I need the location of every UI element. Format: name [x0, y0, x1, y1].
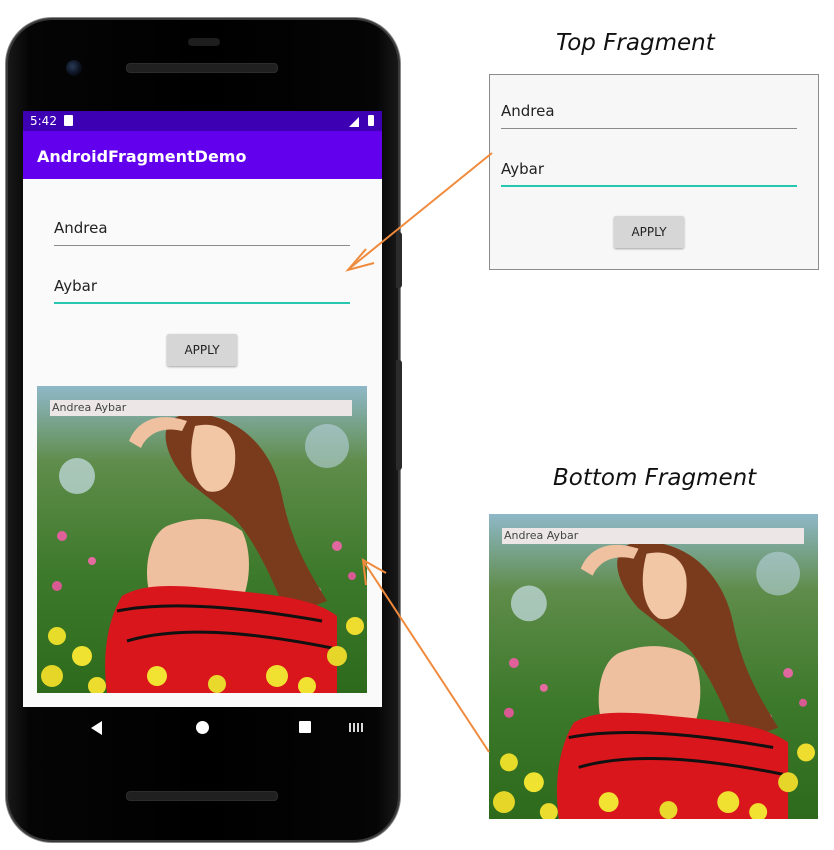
preview-first-name-underline — [501, 128, 797, 129]
preview-last-name-value: Aybar — [501, 160, 545, 178]
home-icon[interactable] — [196, 721, 209, 734]
signal-icon — [349, 117, 359, 127]
last-name-field[interactable]: Aybar — [54, 274, 350, 304]
first-name-underline — [54, 245, 350, 246]
preview-first-name-value: Andrea — [501, 102, 555, 120]
status-bar: 5:42 — [23, 111, 382, 131]
first-name-field[interactable]: Andrea — [54, 216, 350, 246]
app-title: AndroidFragmentDemo — [37, 147, 247, 166]
keyboard-icon[interactable] — [349, 723, 364, 732]
bottom-fragment-heading: Bottom Fragment — [553, 465, 757, 491]
preview-name-caption: Andrea Aybar — [502, 528, 804, 544]
first-name-value: Andrea — [54, 219, 108, 237]
earpiece — [188, 38, 220, 46]
last-name-underline — [54, 302, 350, 304]
nav-bar — [23, 707, 382, 751]
back-icon[interactable] — [91, 721, 102, 735]
app-bar: AndroidFragmentDemo — [23, 131, 382, 179]
front-camera — [66, 60, 82, 76]
portrait-photo — [37, 386, 367, 693]
preview-last-name-underline — [501, 185, 797, 187]
preview-last-name-field: Aybar — [501, 157, 797, 187]
speaker-grille-bottom — [126, 791, 278, 801]
speaker-grille-top — [126, 63, 278, 73]
preview-first-name-field: Andrea — [501, 99, 797, 129]
preview-portrait-photo — [489, 514, 818, 819]
recents-icon[interactable] — [299, 721, 311, 733]
top-fragment-heading: Top Fragment — [556, 30, 715, 56]
preview-apply-button: APPLY — [614, 216, 684, 248]
sd-card-icon — [64, 115, 73, 126]
last-name-value: Aybar — [54, 277, 98, 295]
name-caption: Andrea Aybar — [50, 400, 352, 416]
bottom-fragment-preview: Andrea Aybar — [489, 514, 818, 819]
power-button — [396, 360, 402, 470]
bottom-fragment-image: Andrea Aybar — [37, 386, 367, 693]
status-time: 5:42 — [30, 114, 57, 128]
apply-button[interactable]: APPLY — [167, 334, 237, 366]
phone-screen: 5:42 AndroidFragmentDemo Andrea Aybar AP… — [23, 111, 382, 707]
top-fragment-preview: Andrea Aybar APPLY — [489, 74, 819, 270]
battery-icon — [368, 115, 374, 126]
volume-button — [396, 232, 402, 288]
